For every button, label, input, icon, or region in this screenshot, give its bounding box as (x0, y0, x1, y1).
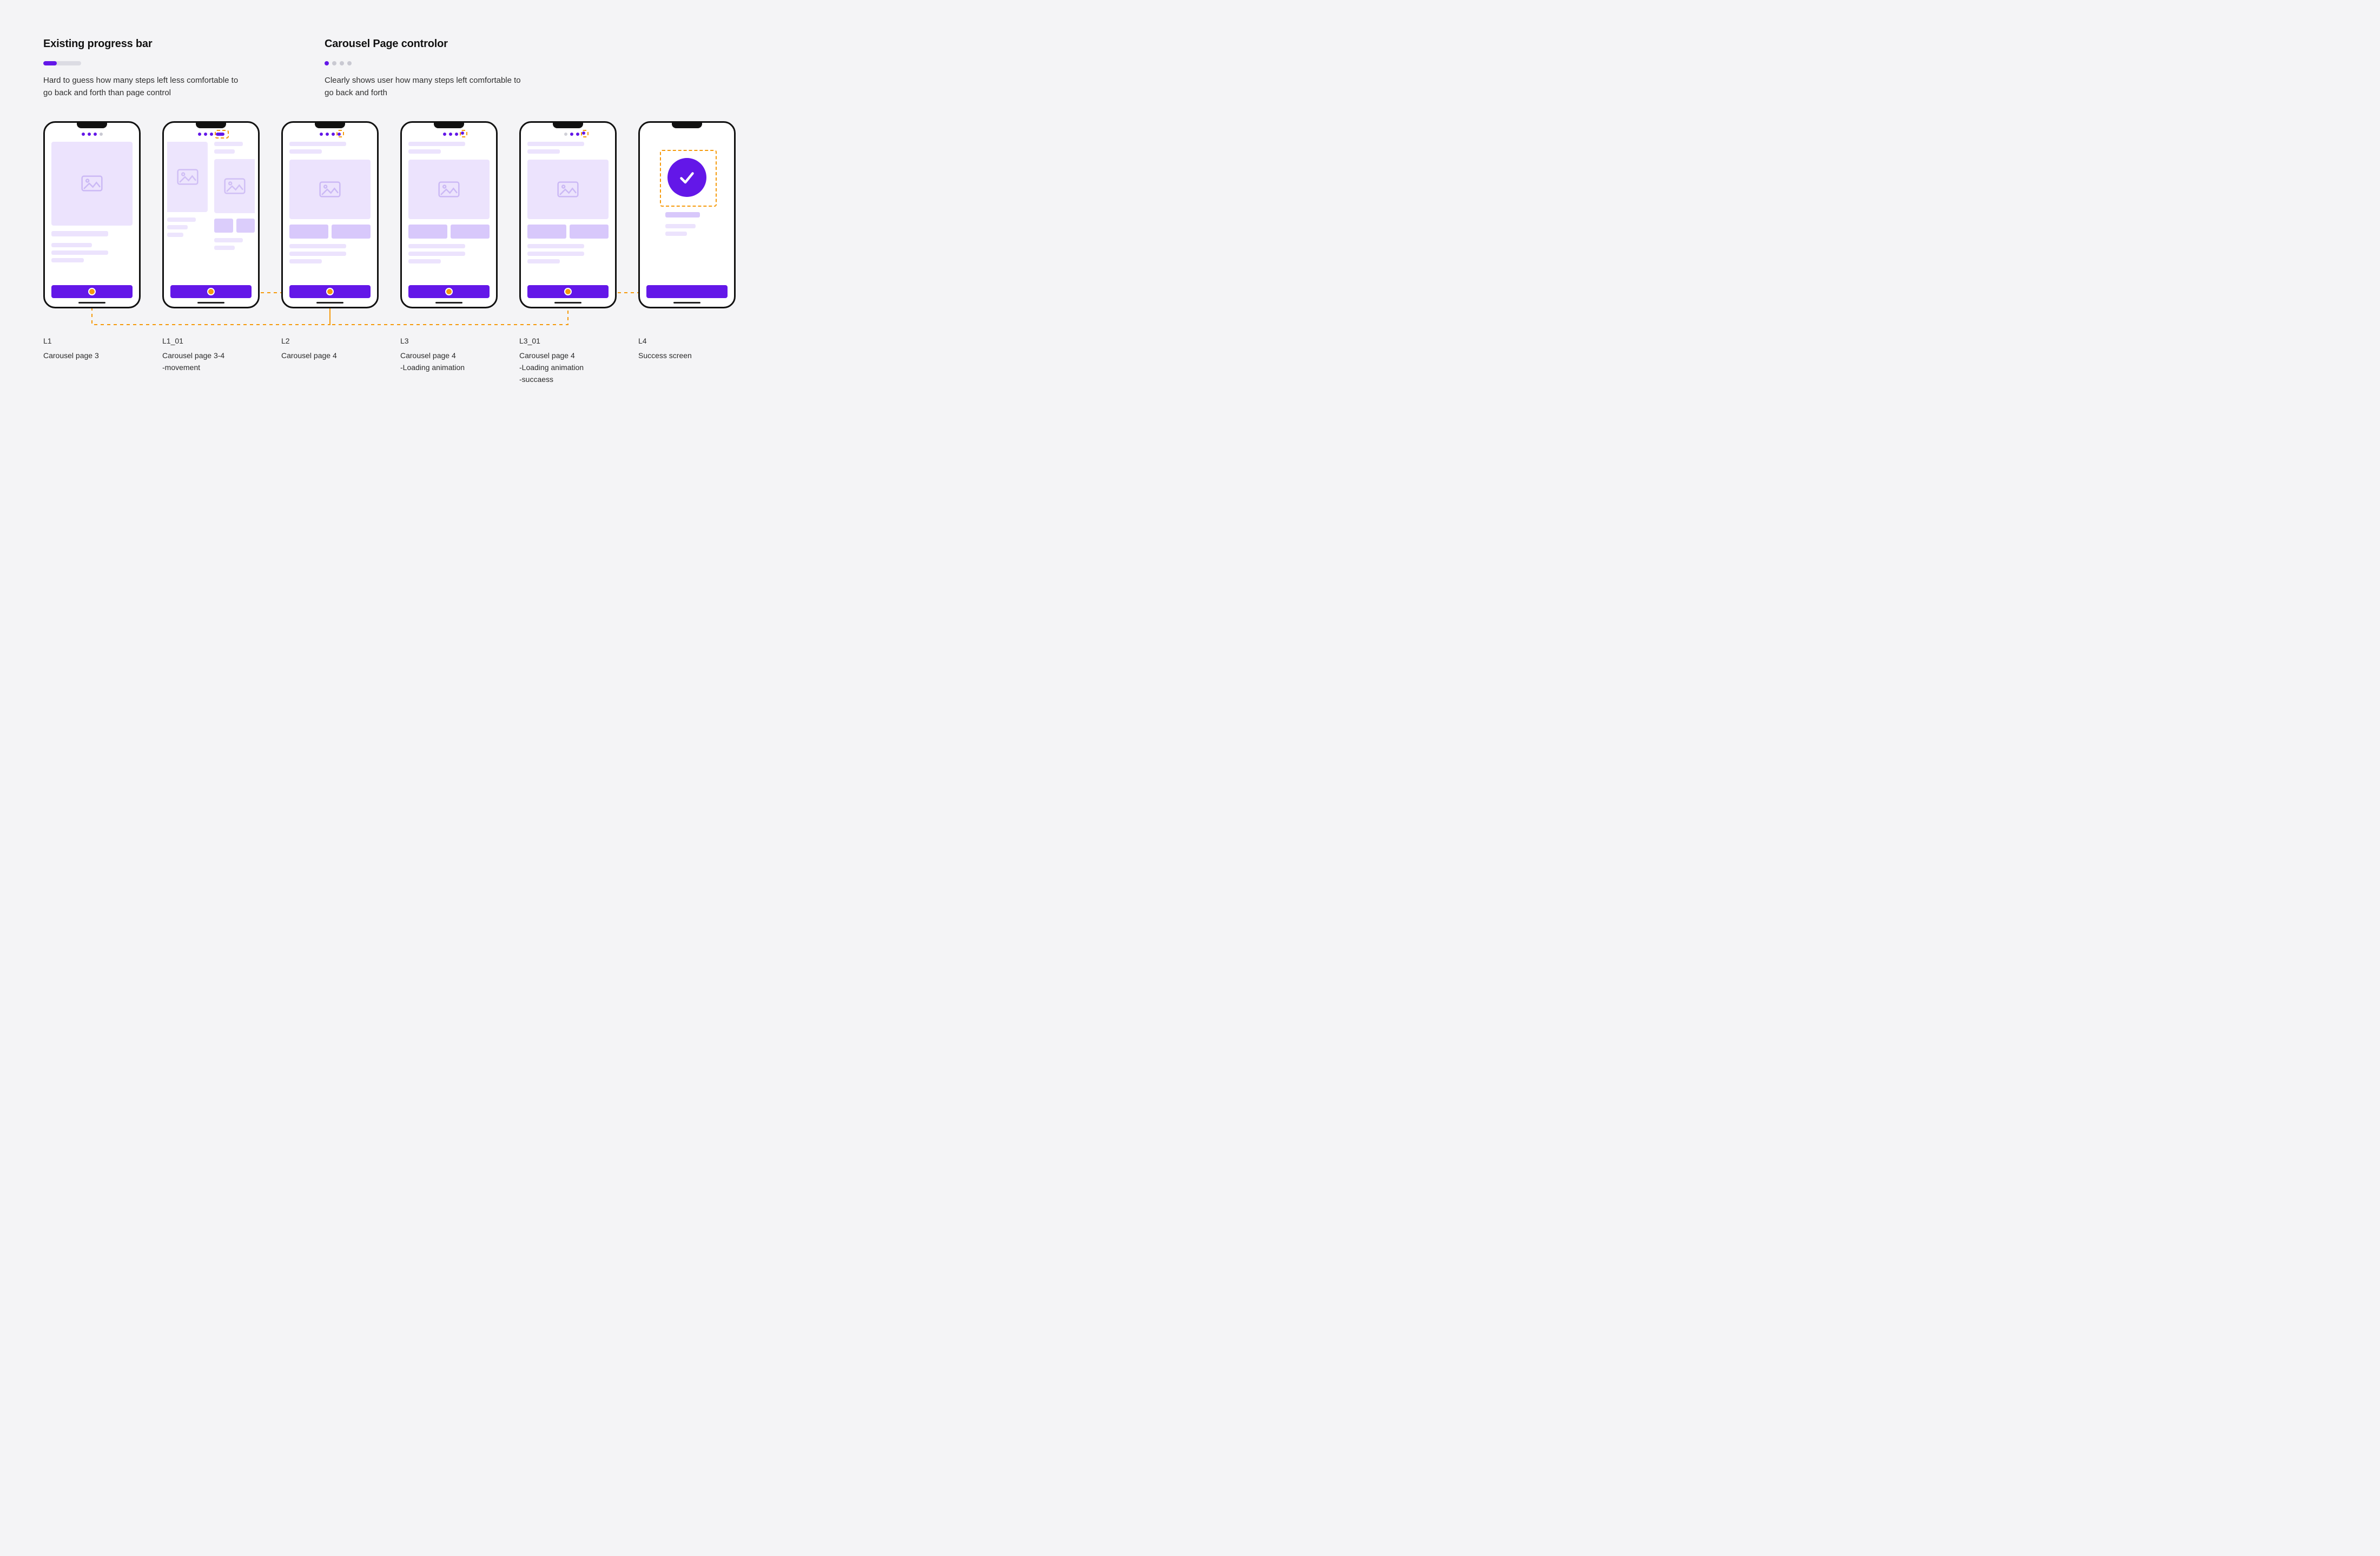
cta-button[interactable] (289, 285, 371, 298)
phone-caption-id: L1 (43, 335, 141, 347)
header-title: Carousel Page controlor (325, 38, 530, 50)
phone-mock-l4 (638, 121, 736, 308)
phone-body (408, 142, 490, 285)
cta-button[interactable] (408, 285, 490, 298)
phone-caption-id: L4 (638, 335, 736, 347)
phone-caption-title: Carousel page 4 -Loading animation (400, 351, 465, 372)
image-placeholder-icon (167, 142, 208, 212)
phone-col-l1-01: L1_01 Carousel page 3-4 -movement (162, 121, 260, 374)
image-placeholder-icon (214, 159, 255, 213)
phone-caption: L3_01 Carousel page 4 -Loading animation… (519, 335, 617, 386)
headers-row: Existing progress bar Hard to guess how … (43, 38, 750, 100)
header-desc: Clearly shows user how many steps left c… (325, 74, 530, 100)
phone-caption: L1 Carousel page 3 (43, 335, 141, 362)
cta-button[interactable] (170, 285, 252, 298)
header-desc: Hard to guess how many steps left less c… (43, 74, 249, 100)
image-placeholder-icon (408, 160, 490, 219)
phone-body (646, 142, 728, 285)
phone-mock-l3-01 (519, 121, 617, 308)
phone-caption-title: Carousel page 3 (43, 351, 99, 360)
hotspot-icon (207, 288, 215, 295)
phone-caption-title: Success screen (638, 351, 692, 360)
image-placeholder-icon (51, 142, 133, 226)
page-dots (164, 133, 258, 136)
phones-row: L1 Carousel page 3 (43, 121, 750, 386)
hotspot-icon (445, 288, 453, 295)
phone-caption-title: Carousel page 4 -Loading animation -succ… (519, 351, 584, 383)
phone-col-l3-01: L3_01 Carousel page 4 -Loading animation… (519, 121, 617, 386)
phone-col-l1: L1 Carousel page 3 (43, 121, 141, 362)
success-check-icon (667, 158, 706, 197)
phone-caption-id: L3 (400, 335, 498, 347)
phone-col-l2: L2 Carousel page 4 (281, 121, 379, 362)
cta-button[interactable] (646, 285, 728, 298)
page-dots (45, 133, 139, 136)
phone-col-l3: L3 Carousel page 4 -Loading animation (400, 121, 498, 374)
page-dots (283, 133, 377, 136)
hotspot-icon (88, 288, 96, 295)
phone-caption-id: L2 (281, 335, 379, 347)
phone-caption-id: L1_01 (162, 335, 260, 347)
image-placeholder-icon (527, 160, 609, 219)
phone-body (527, 142, 609, 285)
page-dots-icon (325, 61, 530, 65)
phone-body-split (164, 142, 258, 285)
phone-caption-title: Carousel page 4 (281, 351, 337, 360)
phone-caption: L4 Success screen (638, 335, 736, 362)
header-title: Existing progress bar (43, 38, 249, 50)
phone-caption: L3 Carousel page 4 -Loading animation (400, 335, 498, 374)
phone-caption-title: Carousel page 3-4 -movement (162, 351, 224, 372)
phone-mock-l2 (281, 121, 379, 308)
hotspot-icon (326, 288, 334, 295)
image-placeholder-icon (289, 160, 371, 219)
phone-mock-l1 (43, 121, 141, 308)
header-block-page-control: Carousel Page controlor Clearly shows us… (325, 38, 530, 100)
phone-caption-id: L3_01 (519, 335, 617, 347)
phone-caption: L2 Carousel page 4 (281, 335, 379, 362)
progress-bar-icon (43, 61, 81, 65)
header-block-progress-bar: Existing progress bar Hard to guess how … (43, 38, 249, 100)
phone-body (51, 142, 133, 285)
phone-caption: L1_01 Carousel page 3-4 -movement (162, 335, 260, 374)
cta-button[interactable] (51, 285, 133, 298)
diagram-canvas: Existing progress bar Hard to guess how … (0, 0, 794, 519)
phone-mock-l3 (400, 121, 498, 308)
hotspot-icon (564, 288, 572, 295)
page-dots-shifted (406, 133, 498, 136)
phone-body (289, 142, 371, 285)
phone-mock-l1-01 (162, 121, 260, 308)
cta-button[interactable] (527, 285, 609, 298)
page-dots-shifted (527, 133, 617, 136)
phone-col-l4: L4 Success screen (638, 121, 736, 362)
